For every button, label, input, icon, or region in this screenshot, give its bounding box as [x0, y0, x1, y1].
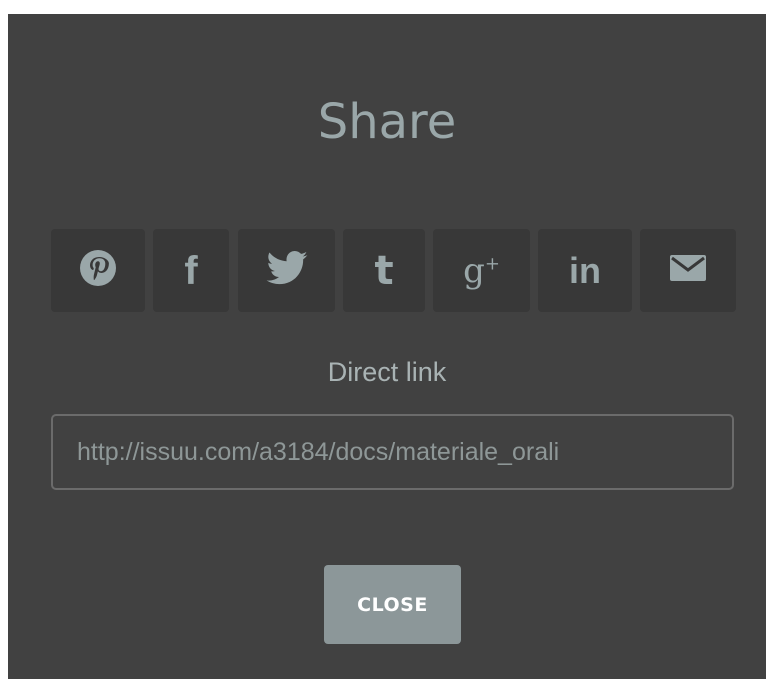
linkedin-icon: in: [569, 249, 601, 291]
share-dialog: Share f t g+ in Direct link http://issuu…: [8, 14, 766, 679]
facebook-icon: f: [184, 248, 198, 293]
linkedin-share-button[interactable]: in: [538, 229, 632, 312]
google-plus-glyph: g: [463, 250, 485, 291]
direct-link-label: Direct link: [327, 357, 447, 387]
twitter-share-button[interactable]: [238, 229, 335, 312]
facebook-share-button[interactable]: f: [153, 229, 229, 312]
twitter-icon: [266, 251, 308, 290]
email-share-button[interactable]: [640, 229, 736, 312]
tumblr-icon: t: [374, 247, 394, 294]
direct-link-field[interactable]: [51, 414, 734, 490]
google-plus-sup: +: [484, 253, 500, 275]
dialog-title: Share: [317, 94, 457, 150]
close-button[interactable]: CLOSE: [324, 565, 461, 644]
envelope-icon: [670, 255, 706, 286]
google-plus-share-button[interactable]: g+: [433, 229, 530, 312]
google-plus-icon: g+: [463, 251, 500, 291]
pinterest-share-button[interactable]: [51, 229, 145, 312]
pinterest-icon: [79, 249, 117, 292]
tumblr-share-button[interactable]: t: [343, 229, 425, 312]
